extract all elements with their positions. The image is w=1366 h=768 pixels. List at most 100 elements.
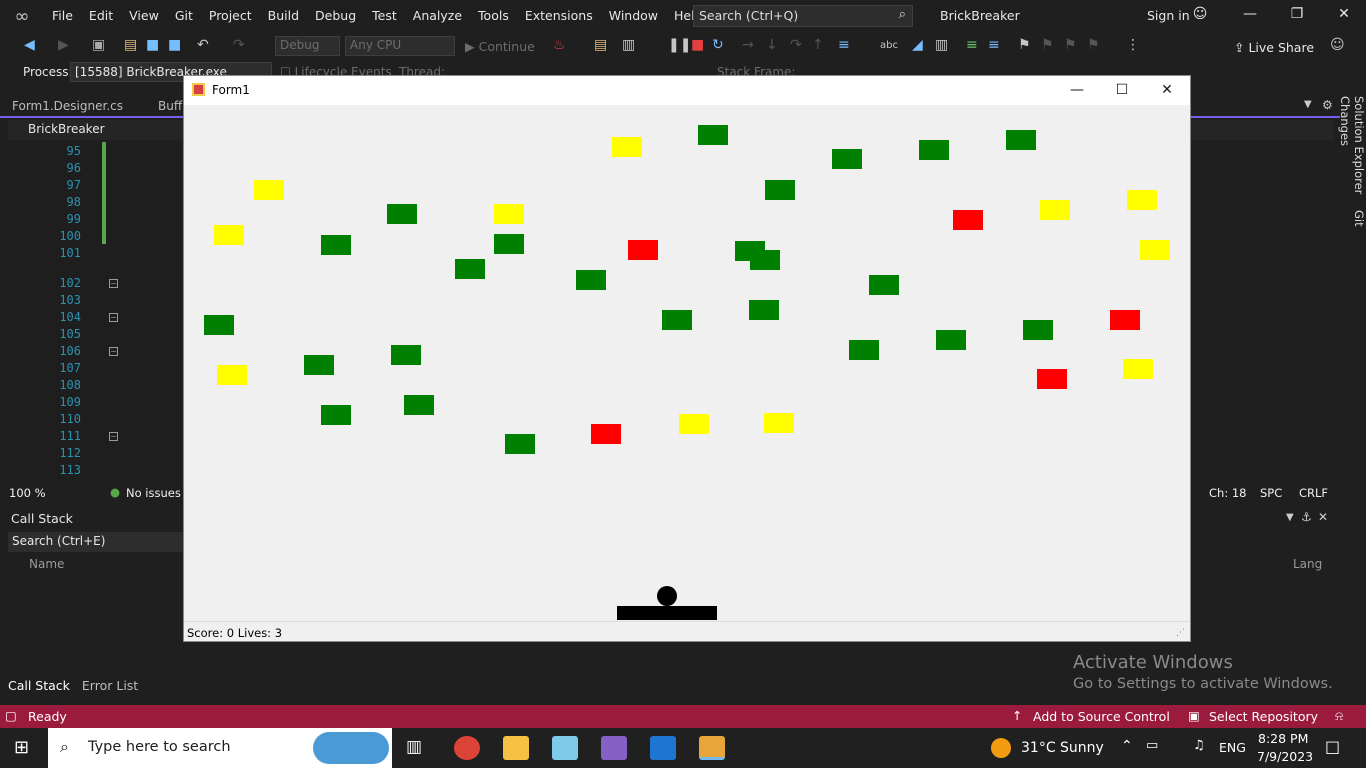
chrome-icon[interactable] [454,736,480,760]
panel-dropdown-icon[interactable]: ▼ [1286,512,1294,523]
tab-overflow-icon[interactable]: ▼ [1304,99,1312,110]
menu-git[interactable]: Git [167,0,201,32]
tab-form1-designer[interactable]: Form1.Designer.cs [12,99,123,113]
menu-project[interactable]: Project [201,0,260,32]
add-to-source-control-button[interactable]: Add to Source Control [1033,709,1170,724]
menu-window[interactable]: Window [601,0,666,32]
open-folder-icon[interactable]: ▤ [124,37,137,53]
spellcheck-icon[interactable]: abc [880,40,898,51]
brickbreaker-app-icon[interactable] [699,736,725,760]
weather-label[interactable]: 31°C Sunny [1021,740,1104,756]
task-view-icon[interactable]: ▥ [406,737,422,757]
menu-extensions[interactable]: Extensions [517,0,601,32]
account-icon[interactable]: ☺ [1190,6,1210,22]
clock-date[interactable]: 7/9/2023 [1257,749,1313,764]
windows-start-icon[interactable]: ⊞ [14,737,29,758]
forward-icon[interactable]: ▶ [58,37,69,53]
folder-icon[interactable]: ▤ [594,37,607,53]
visual-studio-logo-icon[interactable]: ∞ [0,0,44,32]
hot-reload-icon[interactable]: ♨ [553,37,566,53]
volume-icon[interactable]: ♫ [1193,738,1205,753]
outdent-icon[interactable]: ≡ [988,37,1000,53]
issues-label[interactable]: No issues f [126,486,189,500]
tab-call-stack[interactable]: Call Stack [8,678,70,693]
tab-buffer[interactable]: Buff [158,99,182,113]
language-indicator[interactable]: ENG [1219,740,1246,755]
select-repository-button[interactable]: Select Repository [1209,709,1318,724]
menu-test[interactable]: Test [364,0,405,32]
form-maximize-icon[interactable]: ☐ [1107,80,1137,100]
cursor-icon[interactable]: ◢ [912,37,923,53]
config-dropdown[interactable]: Debug [275,36,340,56]
menu-tools[interactable]: Tools [470,0,517,32]
menu-edit[interactable]: Edit [81,0,121,32]
menu-debug[interactable]: Debug [307,0,364,32]
clear-bookmark-icon[interactable]: ⚑ [1087,37,1100,53]
platform-dropdown[interactable]: Any CPU [345,36,455,56]
collapse-toggle[interactable]: − [109,347,118,356]
form-titlebar[interactable]: Form1 — ☐ ✕ [184,76,1190,105]
save-icon[interactable]: ■ [146,37,159,53]
call-stack-search-input[interactable]: Search (Ctrl+E) [8,532,188,552]
feedback-icon[interactable]: ☺ [1330,37,1345,53]
file-explorer-icon[interactable] [503,736,529,760]
minimize-icon[interactable]: — [1240,6,1260,22]
menu-analyze[interactable]: Analyze [405,0,470,32]
collapse-toggle[interactable]: − [109,279,118,288]
continue-button[interactable]: ▶ Continue [465,39,535,54]
tray-chevron-icon[interactable]: ⌃ [1121,738,1133,754]
indent-icon[interactable]: ≡ [966,37,978,53]
restore-icon[interactable]: ❐ [1287,6,1307,22]
back-icon[interactable]: ◀ [24,37,35,53]
network-icon[interactable]: ▭ [1146,738,1158,753]
zoom-dropdown[interactable]: 100 % [9,486,46,500]
menu-build[interactable]: Build [260,0,307,32]
bookmark-icon[interactable]: ⚑ [1018,37,1031,53]
clock-time[interactable]: 8:28 PM [1258,731,1308,746]
diagnostics-icon[interactable]: ≡ [838,37,850,53]
redo-icon[interactable]: ↷ [233,37,245,53]
form-minimize-icon[interactable]: — [1062,80,1092,100]
menu-view[interactable]: View [121,0,167,32]
solution-explorer-tab[interactable]: Solution Explorer [1352,96,1366,194]
undo-icon[interactable]: ↶ [197,37,209,53]
sign-in-link[interactable]: Sign in [1147,8,1190,23]
panel-close-icon[interactable]: ✕ [1318,510,1328,524]
resize-grip-icon[interactable]: ⋰ [1176,628,1185,638]
restart-icon[interactable]: ↻ [712,37,724,53]
new-item-icon[interactable]: ▣ [92,37,105,53]
store-app-icon[interactable] [650,736,676,760]
search-input[interactable]: Search (Ctrl+Q) ⌕ [693,5,913,27]
notepad-icon[interactable] [552,736,578,760]
layout-icon[interactable]: ▥ [622,37,635,53]
next-bookmark-icon[interactable]: ⚑ [1064,37,1077,53]
form-close-icon[interactable]: ✕ [1152,80,1182,100]
line-ending-indicator[interactable]: CRLF [1299,486,1328,500]
output-icon[interactable]: ▢ [5,708,17,723]
overflow-icon[interactable]: ⋮ [1126,37,1140,53]
pause-icon[interactable]: ❚❚ [668,37,691,53]
paddle[interactable] [617,606,717,620]
taskbar-search-box[interactable]: ⌕ Type here to search [48,728,392,768]
tab-error-list[interactable]: Error List [82,678,138,693]
live-share-button[interactable]: ⇪ Live Share [1234,40,1314,55]
whitespace-indicator[interactable]: SPC [1260,486,1282,500]
action-center-icon[interactable]: □ [1325,737,1340,756]
step-out-icon[interactable]: ↑ [812,37,824,53]
step-icon[interactable]: → [742,37,754,53]
settings-icon[interactable]: ⚙ [1322,98,1333,112]
step-into-icon[interactable]: ↓ [766,37,778,53]
visual-studio-icon[interactable] [601,736,627,760]
prev-bookmark-icon[interactable]: ⚑ [1041,37,1054,53]
language-column-header[interactable]: Lang [1293,557,1322,571]
menu-file[interactable]: File [44,0,81,32]
close-icon[interactable]: ✕ [1334,6,1354,22]
notifications-icon[interactable]: ⍾ [1335,708,1343,724]
collapse-toggle[interactable]: − [109,432,118,441]
window-icon[interactable]: ▥ [935,37,948,53]
collapse-toggle[interactable]: − [109,313,118,322]
pin-icon[interactable]: ⚓ [1301,510,1312,524]
step-over-icon[interactable]: ↷ [790,37,802,53]
stop-icon[interactable]: ■ [691,37,704,53]
name-column-header[interactable]: Name [29,557,64,571]
